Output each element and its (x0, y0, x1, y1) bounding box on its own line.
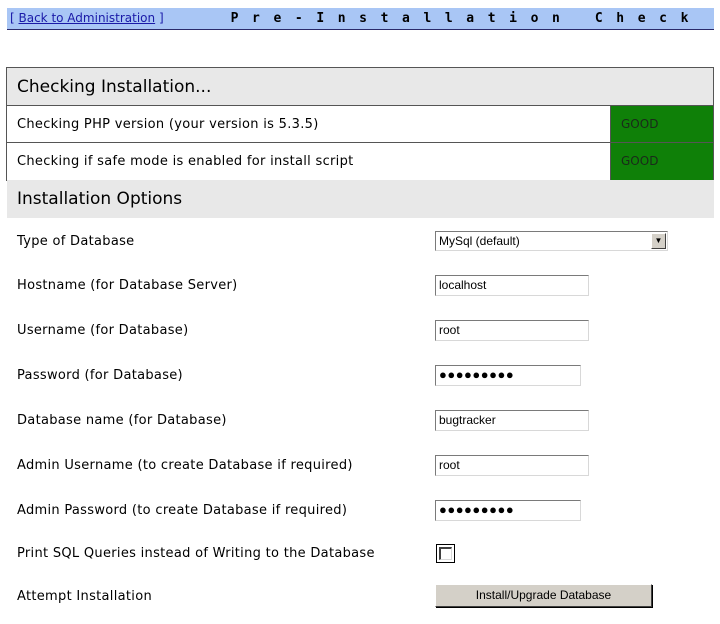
back-to-administration-link[interactable]: Back to Administration (19, 11, 156, 25)
attempt-installation-label: Attempt Installation (17, 589, 153, 604)
hostname-input[interactable]: localhost (435, 275, 589, 296)
installation-options-heading: Installation Options (7, 180, 714, 218)
status-badge: GOOD (610, 143, 713, 180)
username-label: Username (for Database) (17, 323, 189, 338)
check-row-safe-mode: Checking if safe mode is enabled for ins… (7, 143, 713, 180)
check-label: Checking if safe mode is enabled for ins… (17, 154, 354, 169)
checking-installation-panel: Checking Installation... Checking PHP ve… (6, 67, 714, 181)
username-input[interactable]: root (435, 320, 589, 341)
database-name-label: Database name (for Database) (17, 413, 227, 428)
check-label: Checking PHP version (your version is 5.… (17, 117, 319, 132)
password-input[interactable]: ●●●●●●●●● (435, 365, 581, 386)
db-type-selected-value: MySql (default) (439, 234, 520, 248)
back-link-wrapper: [ Back to Administration ] (10, 11, 164, 25)
admin-username-label: Admin Username (to create Database if re… (17, 458, 353, 473)
db-type-select[interactable]: MySql (default) ▼ (435, 231, 668, 251)
status-badge: GOOD (610, 106, 713, 142)
admin-password-label: Admin Password (to create Database if re… (17, 503, 348, 518)
admin-username-input[interactable]: root (435, 455, 589, 476)
checkbox-box (439, 547, 452, 560)
checking-installation-heading: Checking Installation... (7, 68, 713, 106)
admin-password-input[interactable]: ●●●●●●●●● (435, 500, 581, 521)
page-title: Pre-Installation Check (230, 11, 702, 26)
print-sql-label: Print SQL Queries instead of Writing to … (17, 546, 375, 561)
top-header-bar: [ Back to Administration ] Pre-Installat… (7, 8, 714, 30)
hostname-label: Hostname (for Database Server) (17, 278, 238, 293)
db-type-label: Type of Database (17, 234, 135, 249)
chevron-down-icon[interactable]: ▼ (651, 233, 666, 249)
bracket-close: ] (155, 11, 164, 25)
check-row-php-version: Checking PHP version (your version is 5.… (7, 106, 713, 143)
database-name-input[interactable]: bugtracker (435, 410, 589, 431)
print-sql-checkbox[interactable] (436, 544, 455, 563)
password-label: Password (for Database) (17, 368, 183, 383)
bracket-open: [ (10, 11, 19, 25)
install-upgrade-database-button[interactable]: Install/Upgrade Database (435, 584, 652, 607)
